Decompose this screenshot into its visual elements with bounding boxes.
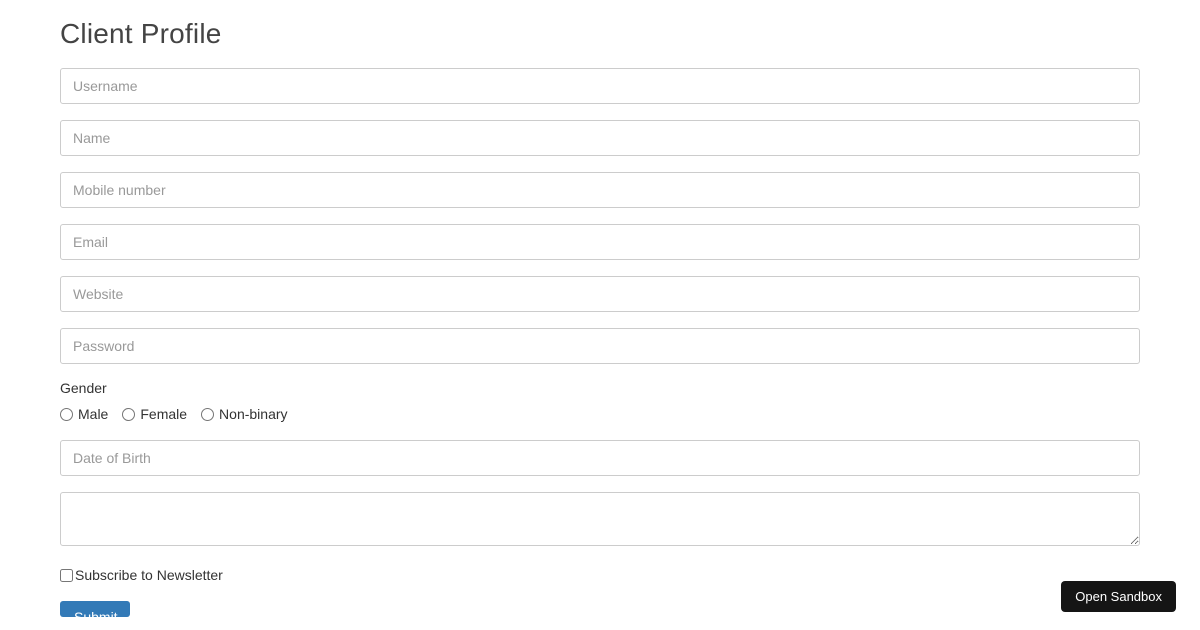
website-input[interactable] (60, 276, 1140, 312)
gender-label: Gender (60, 380, 1140, 396)
newsletter-row[interactable]: Subscribe to Newsletter (60, 567, 223, 583)
gender-radio-male-label: Male (78, 406, 108, 422)
mobile-group (60, 172, 1140, 208)
name-group (60, 120, 1140, 156)
email-input[interactable] (60, 224, 1140, 260)
gender-radio-female[interactable] (122, 408, 135, 421)
gender-option-female[interactable]: Female (122, 406, 187, 422)
open-sandbox-button[interactable]: Open Sandbox (1061, 581, 1176, 612)
newsletter-checkbox[interactable] (60, 569, 73, 582)
gender-radio-nonbinary-label: Non-binary (219, 406, 287, 422)
website-group (60, 276, 1140, 312)
newsletter-label: Subscribe to Newsletter (75, 567, 223, 583)
password-input[interactable] (60, 328, 1140, 364)
page-title: Client Profile (60, 18, 1140, 50)
address-group (60, 492, 1140, 551)
gender-radio-row: Male Female Non-binary (60, 406, 1140, 422)
password-group (60, 328, 1140, 364)
gender-radio-male[interactable] (60, 408, 73, 421)
submit-button[interactable]: Submit (60, 601, 130, 617)
name-input[interactable] (60, 120, 1140, 156)
username-group (60, 68, 1140, 104)
email-group (60, 224, 1140, 260)
dob-group (60, 440, 1140, 476)
gender-option-nonbinary[interactable]: Non-binary (201, 406, 287, 422)
mobile-input[interactable] (60, 172, 1140, 208)
form-container: Client Profile Gender Male Female Non-bi… (0, 0, 1200, 617)
address-textarea[interactable] (60, 492, 1140, 546)
username-input[interactable] (60, 68, 1140, 104)
dob-input[interactable] (60, 440, 1140, 476)
gender-radio-female-label: Female (140, 406, 187, 422)
gender-option-male[interactable]: Male (60, 406, 108, 422)
gender-radio-nonbinary[interactable] (201, 408, 214, 421)
